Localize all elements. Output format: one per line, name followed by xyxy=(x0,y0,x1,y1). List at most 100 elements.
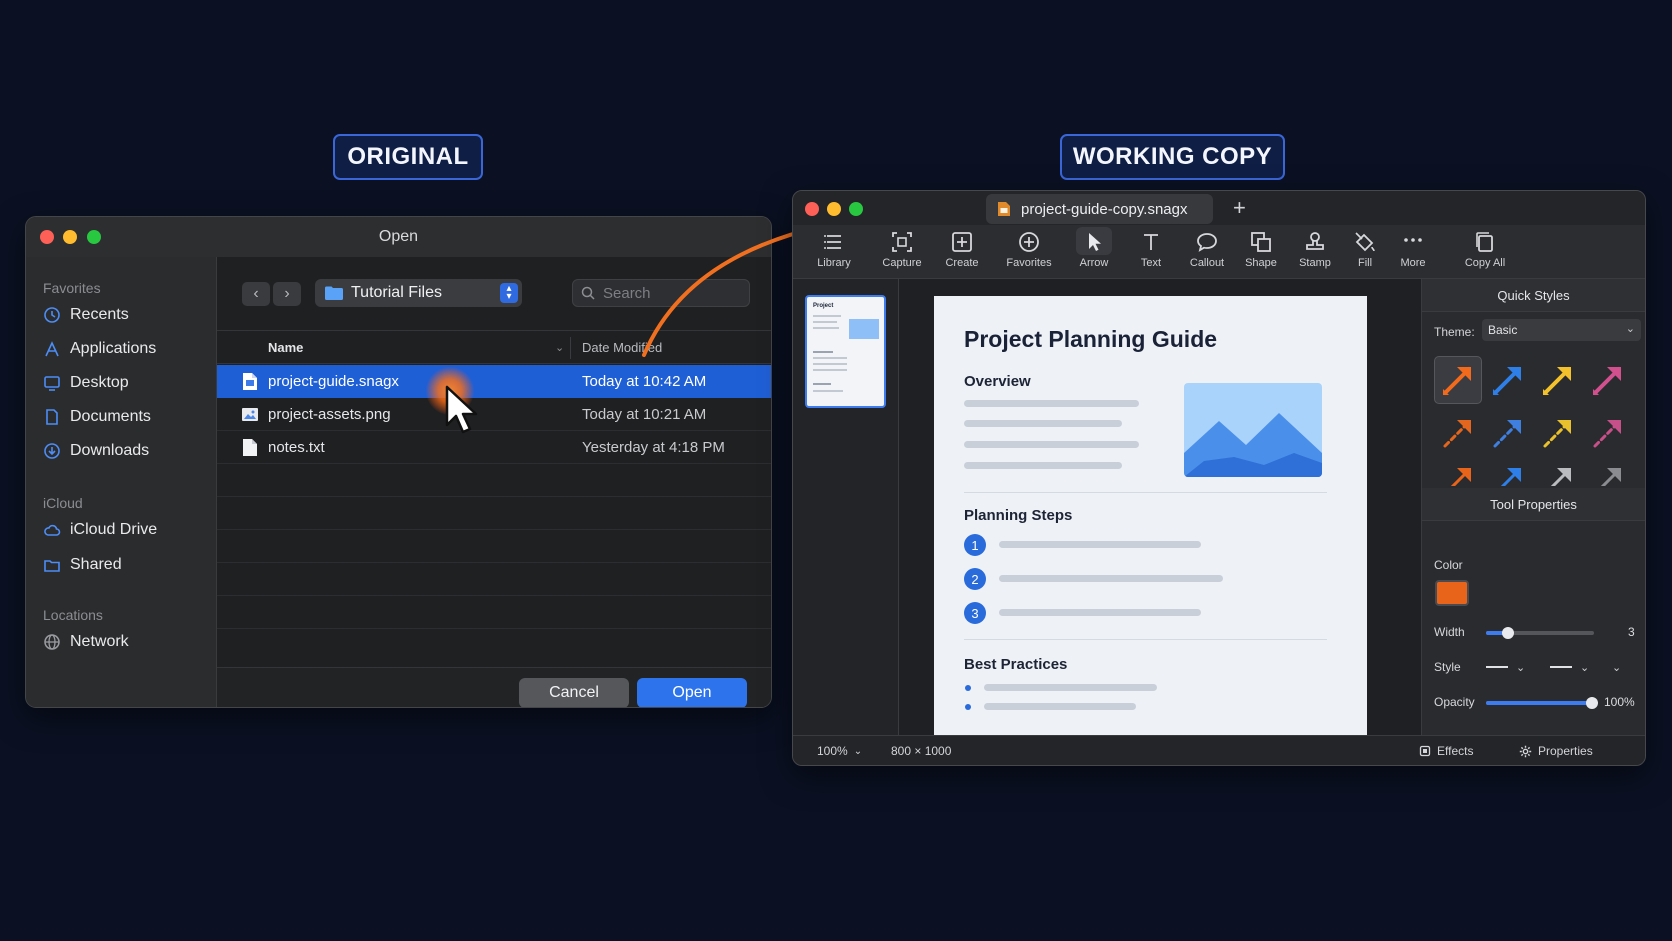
canvas-dimensions: 800 × 1000 xyxy=(891,744,951,758)
theme-select[interactable]: Basic ⌄ xyxy=(1482,319,1641,341)
quick-style-arrow[interactable] xyxy=(1534,356,1582,404)
width-slider-knob[interactable] xyxy=(1502,627,1514,639)
opacity-slider-fill xyxy=(1486,701,1592,705)
file-row-project-assets[interactable]: project-assets.png Today at 10:21 AM xyxy=(217,398,771,431)
section-divider xyxy=(964,639,1327,640)
line-end-style-select[interactable]: ⌄ xyxy=(1550,657,1589,677)
quick-styles-heading: Quick Styles xyxy=(1422,279,1645,312)
editor-titlebar: project-guide-copy.snagx + xyxy=(793,191,1645,225)
search-icon xyxy=(581,286,595,300)
toolbar-label: Fill xyxy=(1357,257,1373,269)
sidebar-heading-icloud: iCloud xyxy=(43,495,83,511)
thumbnail-line xyxy=(813,390,843,392)
callout-icon xyxy=(1197,233,1217,252)
document-tab[interactable]: project-guide-copy.snagx xyxy=(986,194,1213,224)
style-label: Style xyxy=(1434,660,1461,674)
mouse-cursor-icon xyxy=(445,385,478,434)
toolbar-arrow[interactable]: Arrow xyxy=(1073,225,1115,279)
quick-style-arrow[interactable] xyxy=(1484,409,1532,457)
file-row-notes[interactable]: notes.txt Yesterday at 4:18 PM xyxy=(217,431,771,464)
working-copy-label: WORKING COPY xyxy=(1060,134,1285,180)
toolbar-capture[interactable]: Capture xyxy=(877,225,927,279)
quick-style-arrow[interactable] xyxy=(1434,356,1482,404)
opacity-slider-knob[interactable] xyxy=(1586,697,1598,709)
document-page[interactable]: Project Planning Guide Overview Planning… xyxy=(934,296,1367,735)
toolbar-callout[interactable]: Callout xyxy=(1185,225,1229,279)
editor-toolbar: Library Capture Create Favorites Arrow T… xyxy=(793,225,1645,279)
chevron-right-icon: › xyxy=(284,285,290,302)
empty-row xyxy=(217,497,771,530)
quick-style-arrow[interactable] xyxy=(1584,462,1632,486)
cancel-button[interactable]: Cancel xyxy=(519,678,629,707)
toolbar-fill[interactable]: Fill xyxy=(1349,225,1381,279)
opacity-value: 100% xyxy=(1604,695,1635,709)
close-window-button[interactable] xyxy=(805,202,819,216)
open-button[interactable]: Open xyxy=(637,678,747,707)
quick-style-arrow[interactable] xyxy=(1434,462,1482,486)
dialog-footer: Cancel Open xyxy=(217,667,771,707)
effects-button[interactable]: Effects xyxy=(1419,744,1473,758)
thumbnail-line xyxy=(813,351,833,353)
sidebar-item-shared[interactable]: Shared xyxy=(43,553,122,577)
empty-row xyxy=(217,530,771,563)
line-dash-style-select[interactable]: ⌄ xyxy=(1612,657,1621,677)
toolbar-more[interactable]: More xyxy=(1393,225,1433,279)
toolbar-label: Library xyxy=(817,257,851,269)
sidebar-item-label: Applications xyxy=(70,340,157,357)
column-name[interactable]: Name xyxy=(268,340,303,355)
quick-style-arrow[interactable] xyxy=(1534,409,1582,457)
thumbnail-line xyxy=(813,357,847,359)
editor-window: project-guide-copy.snagx + Library Captu… xyxy=(792,190,1646,766)
forward-button[interactable]: › xyxy=(273,282,301,306)
toolbar-stamp[interactable]: Stamp xyxy=(1295,225,1335,279)
color-swatch[interactable] xyxy=(1435,580,1469,606)
folder-path-select[interactable]: Tutorial Files ▴ ▾ xyxy=(315,279,522,307)
width-value: 3 xyxy=(1628,625,1635,639)
step-number-badge: 3 xyxy=(964,602,986,624)
quick-style-arrow[interactable] xyxy=(1534,462,1582,486)
toolbar-text[interactable]: Text xyxy=(1133,225,1169,279)
properties-button[interactable]: Properties xyxy=(1519,744,1593,758)
quick-style-arrow[interactable] xyxy=(1584,356,1632,404)
toolbar-create[interactable]: Create xyxy=(940,225,984,279)
toolbar-label: Copy All xyxy=(1464,257,1506,269)
clock-icon xyxy=(43,306,61,324)
sidebar-item-desktop[interactable]: Desktop xyxy=(43,371,129,395)
zoom-window-button[interactable] xyxy=(849,202,863,216)
thumbnail-line xyxy=(813,315,841,317)
sidebar-item-network[interactable]: Network xyxy=(43,630,129,654)
toolbar-favorites[interactable]: Favorites xyxy=(1003,225,1055,279)
section-divider xyxy=(964,492,1327,493)
editor-canvas[interactable]: Project Planning Guide Overview Planning… xyxy=(899,279,1421,735)
new-tab-icon[interactable]: + xyxy=(1233,195,1246,221)
sidebar-item-icloud-drive[interactable]: iCloud Drive xyxy=(43,518,157,542)
thumbnail-line xyxy=(813,327,839,329)
stepper-icon: ▴ ▾ xyxy=(500,283,518,303)
minimize-window-button[interactable] xyxy=(827,202,841,216)
line-start-style-select[interactable]: ⌄ xyxy=(1486,657,1525,677)
quick-style-arrow[interactable] xyxy=(1434,409,1482,457)
fill-icon xyxy=(1355,232,1375,252)
sidebar-item-recents[interactable]: Recents xyxy=(43,303,129,327)
toolbar-label: Capture xyxy=(882,257,922,269)
page-thumbnail[interactable]: Project xyxy=(805,295,886,408)
thumbnail-image xyxy=(849,319,879,339)
sidebar-item-applications[interactable]: Applications xyxy=(43,337,156,361)
sidebar-item-documents[interactable]: Documents xyxy=(43,405,151,429)
overview-heading: Overview xyxy=(964,373,1031,390)
copy-icon xyxy=(1476,232,1493,252)
file-name: project-assets.png xyxy=(268,406,391,423)
toolbar-library[interactable]: Library xyxy=(813,225,855,279)
theme-label: Theme: xyxy=(1434,325,1475,339)
back-button[interactable]: ‹ xyxy=(242,282,270,306)
toolbar-shape[interactable]: Shape xyxy=(1241,225,1281,279)
shape-icon xyxy=(1251,232,1271,252)
sort-chevron-icon[interactable]: ⌄ xyxy=(555,341,564,354)
quick-style-arrow[interactable] xyxy=(1484,356,1532,404)
toolbar-copy-all[interactable]: Copy All xyxy=(1461,225,1509,279)
effects-label: Effects xyxy=(1437,744,1474,758)
sidebar-item-downloads[interactable]: Downloads xyxy=(43,439,149,463)
quick-style-arrow[interactable] xyxy=(1484,462,1532,486)
quick-style-arrow[interactable] xyxy=(1584,409,1632,457)
zoom-select[interactable]: 100% ⌄ xyxy=(817,744,862,758)
